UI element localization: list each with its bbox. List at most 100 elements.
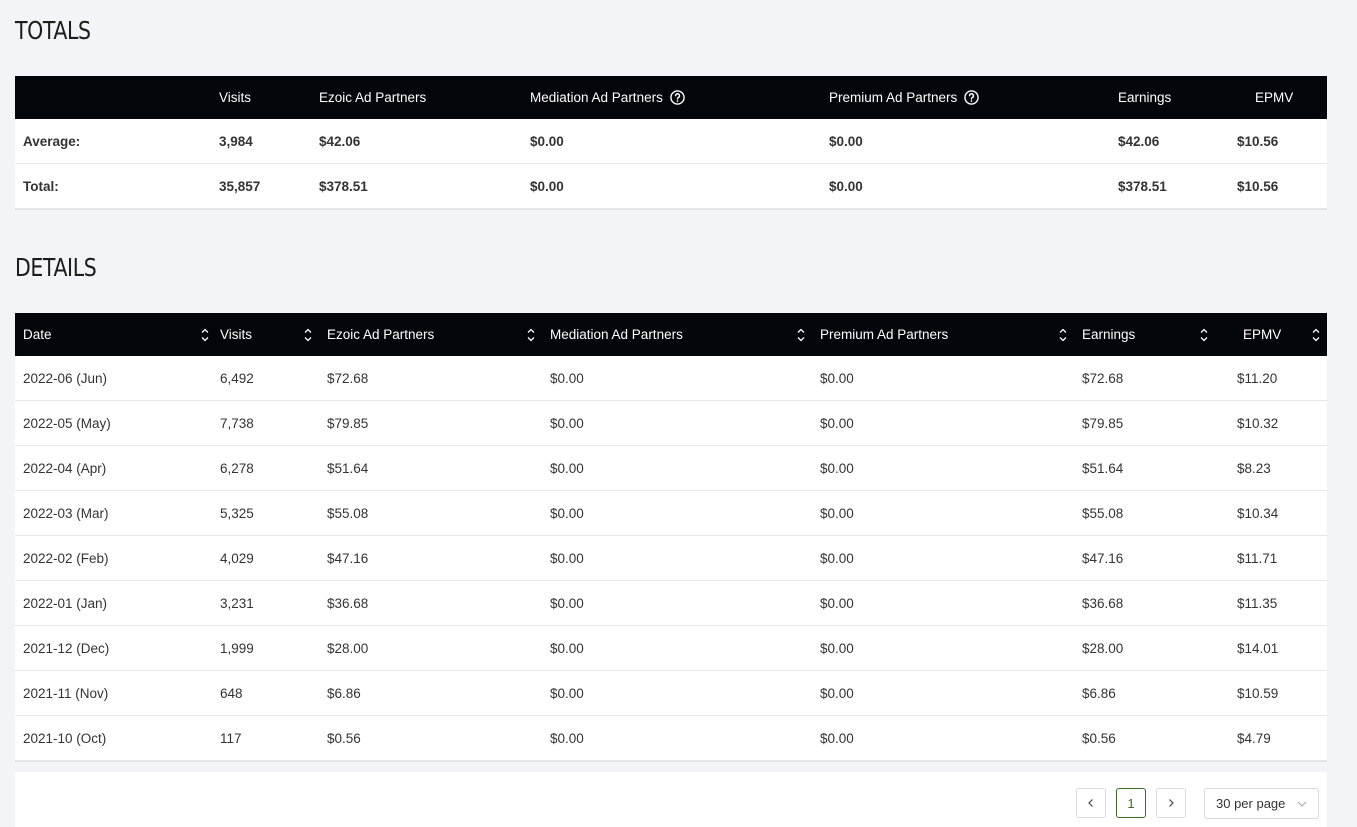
details-cell-mediation: $0.00 bbox=[542, 535, 812, 581]
chevron-left-icon bbox=[1088, 799, 1093, 807]
totals-cell-visits: 3,984 bbox=[211, 119, 311, 164]
totals-header-ezoic: Ezoic Ad Partners bbox=[319, 90, 427, 105]
details-header-date[interactable]: Date bbox=[15, 313, 212, 356]
details-cell-ezoic: $47.16 bbox=[319, 535, 542, 581]
totals-header-visits: Visits bbox=[219, 90, 252, 105]
table-row: 2022-04 (Apr) 6,278 $51.64 $0.00 $0.00 $51.64… bbox=[15, 445, 1327, 491]
details-cell-earnings: $0.56 bbox=[1074, 715, 1214, 761]
sort-arrows-icon[interactable] bbox=[526, 325, 536, 345]
details-cell-visits: 1,999 bbox=[212, 625, 319, 671]
totals-table: Visits Ezoic Ad Partners Mediation Ad Pa… bbox=[15, 76, 1327, 223]
details-cell-date: 2022-04 (Apr) bbox=[15, 445, 212, 491]
details-cell-ezoic: $51.64 bbox=[319, 445, 542, 491]
totals-cell-epmv: $10.56 bbox=[1229, 119, 1327, 164]
details-cell-mediation: $0.00 bbox=[542, 356, 812, 401]
details-header-earnings[interactable]: Earnings bbox=[1074, 313, 1214, 356]
details-header-row: Date Visits Ezoic Ad Partners Mediation Ad … bbox=[15, 313, 1327, 356]
totals-cell-ezoic: $378.51 bbox=[311, 163, 522, 209]
totals-footer bbox=[15, 209, 1327, 223]
details-header-epmv[interactable]: EPMV bbox=[1214, 313, 1327, 356]
table-row: 2022-02 (Feb) 4,029 $47.16 $0.00 $0.00 $47.16… bbox=[15, 535, 1327, 581]
details-cell-date: 2022-02 (Feb) bbox=[15, 535, 212, 581]
help-circle-icon[interactable] bbox=[964, 90, 979, 105]
table-row: 2021-11 (Nov) 648 $6.86 $0.00 $0.00 $6.86 $10.… bbox=[15, 670, 1327, 716]
details-cell-epmv: $11.35 bbox=[1214, 580, 1327, 626]
details-cell-ezoic: $36.68 bbox=[319, 580, 542, 626]
totals-cell-earnings: $42.06 bbox=[1110, 119, 1229, 164]
details-table: Date Visits Ezoic Ad Partners Mediation Ad … bbox=[15, 313, 1327, 775]
sort-arrows-icon[interactable] bbox=[1058, 325, 1068, 345]
prev-page-button[interactable] bbox=[1076, 788, 1106, 818]
details-header-label: Mediation Ad Partners bbox=[550, 327, 683, 342]
details-header-ezoic[interactable]: Ezoic Ad Partners bbox=[319, 313, 542, 356]
details-cell-visits: 6,492 bbox=[212, 356, 319, 401]
details-cell-premium: $0.00 bbox=[812, 490, 1074, 536]
details-cell-mediation: $0.00 bbox=[542, 580, 812, 626]
next-page-button[interactable] bbox=[1156, 788, 1186, 818]
details-cell-ezoic: $28.00 bbox=[319, 625, 542, 671]
sort-arrows-icon[interactable] bbox=[1311, 325, 1321, 345]
totals-row: Average: 3,984 $42.06 $0.00 $0.00 $42.06 $10.5… bbox=[15, 119, 1327, 164]
details-header-label: EPMV bbox=[1243, 327, 1282, 342]
details-header-premium[interactable]: Premium Ad Partners bbox=[812, 313, 1074, 356]
chevron-right-icon bbox=[1169, 799, 1174, 807]
details-cell-visits: 5,325 bbox=[212, 490, 319, 536]
details-cell-earnings: $79.85 bbox=[1074, 400, 1214, 446]
totals-cell-epmv: $10.56 bbox=[1229, 163, 1327, 209]
totals-cell-ezoic: $42.06 bbox=[311, 119, 522, 164]
details-title: DETAILS bbox=[15, 253, 97, 282]
details-cell-ezoic: $0.56 bbox=[319, 715, 542, 761]
totals-cell-label: Average: bbox=[15, 119, 211, 164]
totals-header-earnings: Earnings bbox=[1118, 90, 1172, 105]
sort-arrows-icon[interactable] bbox=[200, 325, 210, 345]
sort-arrows-icon[interactable] bbox=[303, 325, 313, 345]
table-row: 2022-01 (Jan) 3,231 $36.68 $0.00 $0.00 $36.68… bbox=[15, 580, 1327, 626]
page-number-button[interactable]: 1 bbox=[1116, 788, 1146, 818]
details-cell-mediation: $0.00 bbox=[542, 400, 812, 446]
totals-cell-premium: $0.00 bbox=[821, 163, 1110, 209]
details-cell-ezoic: $79.85 bbox=[319, 400, 542, 446]
table-row: 2021-12 (Dec) 1,999 $28.00 $0.00 $0.00 $28.00… bbox=[15, 625, 1327, 671]
details-cell-epmv: $10.59 bbox=[1214, 670, 1327, 716]
details-cell-earnings: $36.68 bbox=[1074, 580, 1214, 626]
details-cell-visits: 117 bbox=[212, 715, 319, 761]
details-header-label: Date bbox=[23, 327, 52, 342]
table-row: 2022-05 (May) 7,738 $79.85 $0.00 $0.00 $79.85… bbox=[15, 400, 1327, 446]
totals-header-mediation: Mediation Ad Partners bbox=[522, 76, 821, 119]
details-cell-epmv: $8.23 bbox=[1214, 445, 1327, 491]
details-cell-premium: $0.00 bbox=[812, 715, 1074, 761]
details-cell-premium: $0.00 bbox=[812, 356, 1074, 401]
details-header-label: Ezoic Ad Partners bbox=[327, 327, 435, 342]
details-cell-earnings: $47.16 bbox=[1074, 535, 1214, 581]
details-cell-visits: 6,278 bbox=[212, 445, 319, 491]
help-circle-icon[interactable] bbox=[669, 90, 685, 105]
totals-cell-mediation: $0.00 bbox=[522, 119, 821, 164]
totals-cell-premium: $0.00 bbox=[821, 119, 1110, 164]
details-cell-date: 2022-01 (Jan) bbox=[15, 580, 212, 626]
details-cell-premium: $0.00 bbox=[812, 535, 1074, 581]
details-cell-date: 2022-03 (Mar) bbox=[15, 490, 212, 536]
sort-arrows-icon[interactable] bbox=[1199, 325, 1209, 345]
details-cell-date: 2022-06 (Jun) bbox=[15, 356, 212, 401]
page-size-select[interactable]: 30 per page bbox=[1204, 788, 1319, 819]
totals-header-epmv: EPMV bbox=[1255, 90, 1294, 105]
details-cell-epmv: $11.71 bbox=[1214, 535, 1327, 581]
details-cell-mediation: $0.00 bbox=[542, 445, 812, 491]
details-cell-date: 2021-11 (Nov) bbox=[15, 670, 212, 716]
details-cell-ezoic: $72.68 bbox=[319, 356, 542, 401]
details-cell-visits: 648 bbox=[212, 670, 319, 716]
details-cell-epmv: $14.01 bbox=[1214, 625, 1327, 671]
details-cell-earnings: $6.86 bbox=[1074, 670, 1214, 716]
details-cell-earnings: $72.68 bbox=[1074, 356, 1214, 401]
details-cell-visits: 7,738 bbox=[212, 400, 319, 446]
details-cell-earnings: $28.00 bbox=[1074, 625, 1214, 671]
table-row: 2022-06 (Jun) 6,492 $72.68 $0.00 $0.00 $72.68… bbox=[15, 356, 1327, 401]
details-header-mediation[interactable]: Mediation Ad Partners bbox=[542, 313, 812, 356]
details-header-visits[interactable]: Visits bbox=[212, 313, 319, 356]
details-cell-epmv: $4.79 bbox=[1214, 715, 1327, 761]
details-cell-earnings: $55.08 bbox=[1074, 490, 1214, 536]
table-row: 2021-10 (Oct) 117 $0.56 $0.00 $0.00 $0.56 $4.7… bbox=[15, 715, 1327, 761]
sort-arrows-icon[interactable] bbox=[796, 325, 806, 345]
table-row: 2022-03 (Mar) 5,325 $55.08 $0.00 $0.00 $55.08… bbox=[15, 490, 1327, 536]
details-cell-epmv: $10.32 bbox=[1214, 400, 1327, 446]
